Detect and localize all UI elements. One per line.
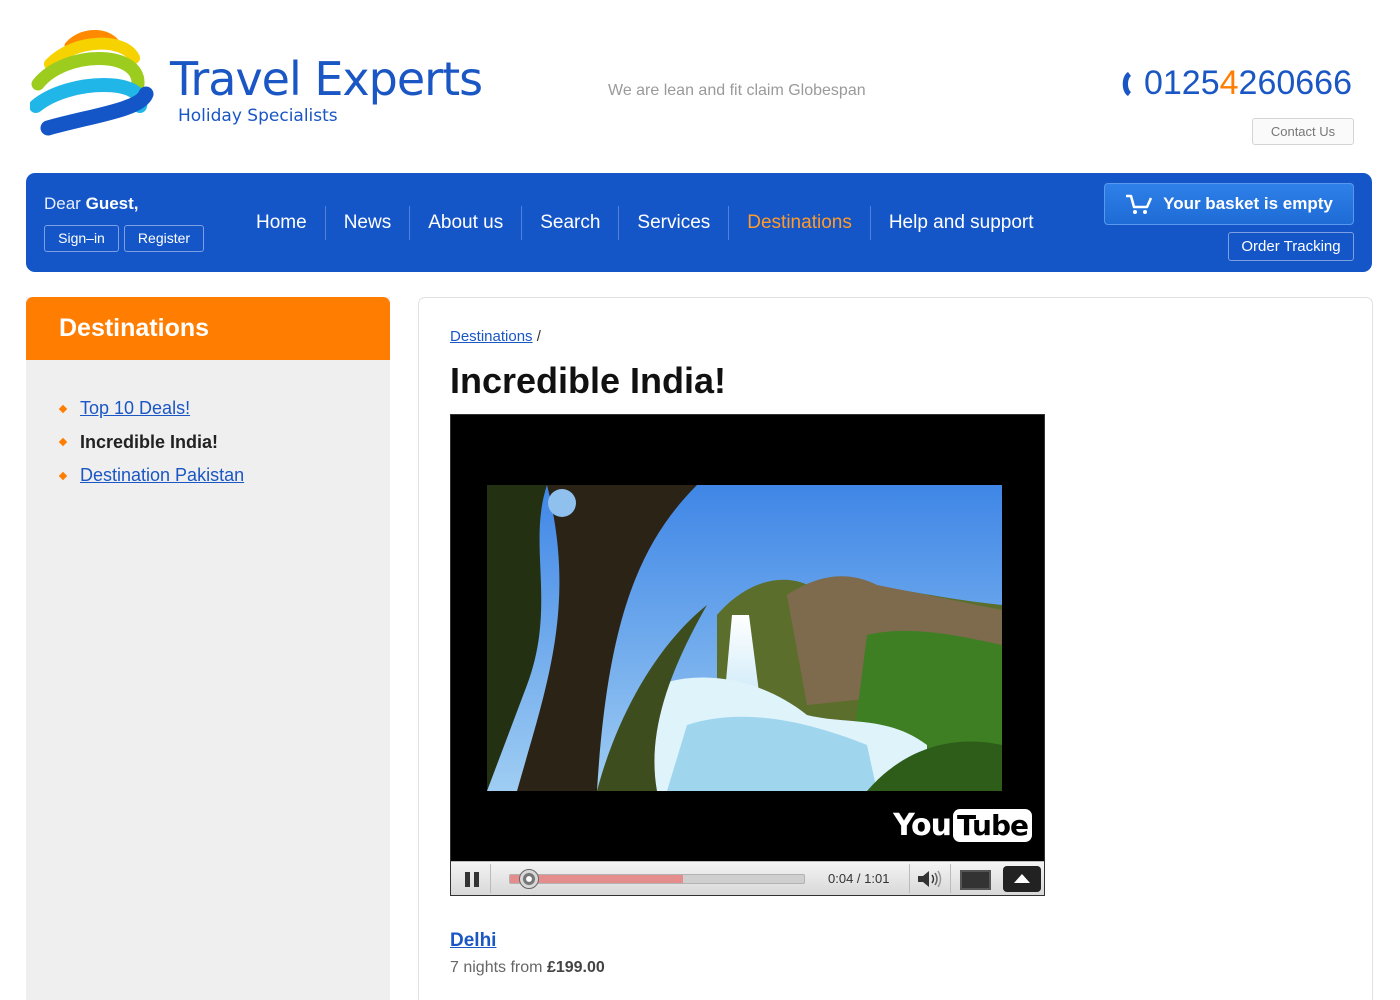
- order-tracking-button[interactable]: Order Tracking: [1228, 232, 1354, 261]
- video-player[interactable]: You Tube 0:04 / 1:01: [450, 414, 1045, 896]
- bullet-icon: [58, 438, 68, 447]
- bullet-icon: [58, 471, 68, 480]
- phone-handset-icon: [1122, 71, 1131, 96]
- phone-suffix: 260666: [1238, 64, 1352, 102]
- youtube-logo[interactable]: You Tube: [893, 808, 1032, 843]
- destination-description: 7 nights from £199.00: [450, 959, 605, 977]
- destination-desc-prefix: 7 nights from: [450, 959, 543, 976]
- nav-item-destinations[interactable]: Destinations: [729, 206, 871, 240]
- main-content: Destinations / Incredible India! You Tub…: [418, 297, 1373, 1000]
- breadcrumb-separator: /: [536, 328, 541, 345]
- video-time: 0:04 / 1:01: [828, 871, 890, 886]
- brand-subtitle: Holiday Specialists: [178, 106, 338, 126]
- youtube-logo-you: You: [893, 808, 952, 843]
- greeting-name: Guest,: [85, 194, 139, 213]
- phone-number: 0125 4 260666: [1118, 64, 1352, 103]
- nav-menu: Home News About us Search Services Desti…: [238, 206, 1052, 240]
- destination-price: £199.00: [546, 959, 605, 976]
- sign-in-button[interactable]: Sign–in: [44, 225, 119, 252]
- sidebar-item-top-10-deals: Top 10 Deals!: [58, 392, 244, 426]
- progress-bar[interactable]: [509, 869, 805, 889]
- nav-item-news[interactable]: News: [326, 206, 411, 240]
- sidebar-list: Top 10 Deals! Incredible India! Destinat…: [58, 392, 244, 493]
- page-title: Incredible India!: [450, 360, 727, 401]
- phone-highlight: 4: [1219, 64, 1239, 102]
- video-controls: 0:04 / 1:01: [451, 861, 1044, 895]
- nav-item-search[interactable]: Search: [522, 206, 620, 240]
- nav-item-home[interactable]: Home: [238, 206, 326, 240]
- sidebar-link-top-10-deals[interactable]: Top 10 Deals!: [80, 398, 190, 419]
- contact-us-button[interactable]: Contact Us: [1252, 118, 1354, 145]
- screen-size-button[interactable]: [955, 866, 993, 892]
- speaker-icon: [918, 870, 942, 888]
- video-frame-waterfall[interactable]: [487, 485, 1002, 791]
- breadcrumb: Destinations /: [450, 328, 541, 345]
- basket-button[interactable]: Your basket is empty: [1104, 183, 1354, 225]
- progress-handle[interactable]: [518, 869, 539, 889]
- sidebar-item-incredible-india: Incredible India!: [58, 426, 244, 460]
- destination-link-delhi[interactable]: Delhi: [450, 930, 496, 952]
- greeting-prefix: Dear: [44, 194, 81, 213]
- nav-item-about-us[interactable]: About us: [410, 206, 523, 240]
- pause-button[interactable]: [453, 864, 491, 893]
- nav-item-help-and-support[interactable]: Help and support: [871, 206, 1052, 240]
- tagline: We are lean and fit claim Globespan: [608, 82, 866, 99]
- basket-label: Your basket is empty: [1163, 194, 1333, 213]
- youtube-logo-tube: Tube: [953, 809, 1032, 842]
- brand-title[interactable]: Travel Experts: [170, 52, 483, 106]
- sidebar-current-incredible-india: Incredible India!: [80, 431, 219, 452]
- breadcrumb-destinations-link[interactable]: Destinations: [450, 328, 533, 345]
- greeting: Dear Guest,: [44, 194, 139, 214]
- phone-prefix: 0125: [1143, 64, 1220, 102]
- nav-item-services[interactable]: Services: [619, 206, 730, 240]
- sidebar-link-destination-pakistan[interactable]: Destination Pakistan: [80, 465, 244, 486]
- expand-button[interactable]: [1003, 866, 1041, 892]
- sidebar-title: Destinations: [26, 297, 390, 360]
- volume-button[interactable]: [909, 864, 951, 893]
- shopping-cart-icon: [1126, 194, 1153, 214]
- sidebar: Destinations Top 10 Deals! Incredible In…: [26, 297, 390, 1000]
- logo-icon[interactable]: [29, 28, 155, 148]
- sidebar-item-destination-pakistan: Destination Pakistan: [58, 459, 244, 493]
- bullet-icon: [58, 404, 68, 413]
- main-navbar: Dear Guest, Sign–in Register Home News A…: [26, 173, 1372, 272]
- register-button[interactable]: Register: [124, 225, 204, 252]
